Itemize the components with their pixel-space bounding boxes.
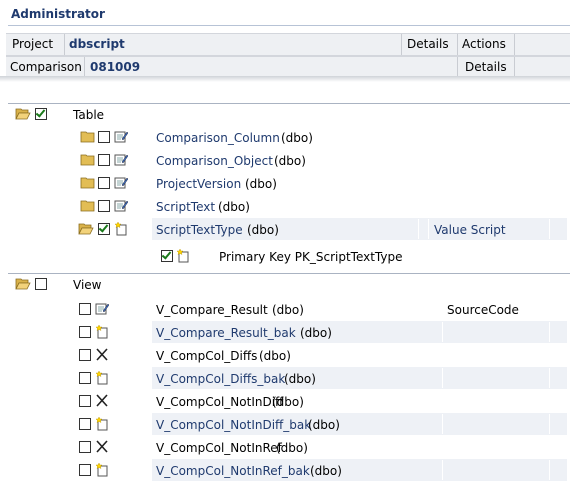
row-name[interactable]: V_CompCol_NotInDiff [156,395,283,409]
section-table-label: Table [73,108,105,122]
row-owner: (dbo) [272,395,304,409]
row-checkbox[interactable] [79,372,91,384]
row-name[interactable]: V_CompCol_Diffs [156,349,257,363]
row-name[interactable]: V_CompCol_Diffs_bak [156,372,285,386]
comparison-label: Comparison [10,60,82,74]
row-owner: (dbo) [247,223,279,237]
row-owner: (dbo) [300,326,332,340]
row-owner: (dbo) [259,349,291,363]
table-row: Comparison_Object (dbo) [0,149,570,171]
section-view: View [0,273,570,295]
row-checkbox[interactable] [79,464,91,476]
page-title: Administrator [11,7,105,21]
row-checkbox[interactable] [79,418,91,430]
page-header: Administrator [0,0,570,32]
view-row: V_CompCol_NotInRef_bak (dbo) [0,459,570,481]
row-checkbox[interactable] [79,395,91,407]
row-name[interactable]: V_CompCol_NotInRef [156,441,282,455]
table-edit-icon [114,176,129,189]
row-name[interactable]: ProjectVersion [156,177,241,191]
new-object-icon [176,248,190,263]
delete-x-icon [95,440,109,453]
new-object-icon [95,324,109,339]
folder-closed-icon [80,199,95,212]
row-checkbox[interactable] [79,303,91,315]
delete-x-icon [95,348,109,361]
row-owner: (dbo) [310,464,342,478]
row-name[interactable]: Comparison_Object [156,154,273,168]
comparison-details-button[interactable]: Details [465,60,507,74]
project-name[interactable]: dbscript [69,37,125,51]
table-edit-icon [95,302,110,315]
row-name[interactable]: V_Compare_Result_bak [156,326,296,340]
project-actions-button[interactable]: Actions [462,37,506,51]
row-checkbox[interactable] [98,200,110,212]
row-checkbox[interactable] [98,154,110,166]
row-name[interactable]: V_CompCol_NotInRef_bak [156,464,310,478]
row-name[interactable]: ScriptTextType [156,223,243,237]
table-edit-icon [114,130,129,143]
table-row: ScriptText (dbo) [0,195,570,217]
row-checkbox[interactable] [79,441,91,453]
row-checkbox[interactable] [98,131,110,143]
view-row: V_CompCol_Diffs (dbo) [0,344,570,366]
section-table: Table [0,103,570,125]
row-checkbox[interactable] [79,349,91,361]
row-owner: (dbo) [274,154,306,168]
row-owner: (dbo) [272,303,304,317]
folder-open-icon [78,222,94,235]
view-section-checkbox[interactable] [35,278,47,290]
value-script-link[interactable]: Value Script [434,223,506,237]
folder-closed-icon [80,176,95,189]
row-owner: (dbo) [276,441,308,455]
folder-open-icon [15,107,31,120]
section-view-label: View [73,278,102,292]
row-checkbox[interactable] [79,326,91,338]
new-object-icon [95,370,109,385]
new-object-icon [95,462,109,477]
view-row: V_CompCol_Diffs_bak (dbo) [0,367,570,389]
table-row: ScriptTextType (dbo) Value Script [0,218,570,240]
delete-x-icon [95,394,109,407]
new-object-icon [114,221,128,236]
table-edit-icon [114,153,129,166]
project-label: Project [12,37,54,51]
table-section-checkbox[interactable] [35,108,47,120]
table-edit-icon [114,199,129,212]
row-owner: (dbo) [308,418,340,432]
row-owner: (dbo) [284,372,316,386]
sourcecode-label[interactable]: SourceCode [447,303,519,317]
new-object-icon [95,416,109,431]
project-details-button[interactable]: Details [407,37,449,51]
row-owner: (dbo) [245,177,277,191]
header-divider [8,25,570,26]
header-shadow [0,76,570,82]
folder-closed-icon [80,153,95,166]
row-name[interactable]: ScriptText [156,200,215,214]
view-row: V_CompCol_NotInRef (dbo) [0,436,570,458]
row-name[interactable]: Comparison_Column [156,131,280,145]
project-bar: Project dbscript Details Actions [6,33,570,56]
view-row: V_Compare_Result_bak (dbo) [0,321,570,343]
table-row: ProjectVersion (dbo) [0,172,570,194]
view-row: V_CompCol_NotInDiff (dbo) [0,390,570,412]
view-row: V_Compare_Result (dbo) SourceCode [0,298,570,320]
row-owner: (dbo) [218,200,250,214]
row-checkbox[interactable] [98,223,110,235]
row-owner: (dbo) [281,131,313,145]
folder-closed-icon [80,130,95,143]
row-name[interactable]: V_Compare_Result [156,303,268,317]
folder-open-icon [15,277,31,290]
row-name[interactable]: V_CompCol_NotInDiff_bak [156,418,311,432]
table-child-row: Primary Key PK_ScriptTextType [0,245,570,267]
row-checkbox[interactable] [98,177,110,189]
view-row: V_CompCol_NotInDiff_bak (dbo) [0,413,570,435]
table-row: Comparison_Column (dbo) [0,126,570,148]
primary-key-label: Primary Key PK_ScriptTextType [219,250,403,264]
child-checkbox[interactable] [161,250,173,262]
comparison-name[interactable]: 081009 [90,60,140,74]
